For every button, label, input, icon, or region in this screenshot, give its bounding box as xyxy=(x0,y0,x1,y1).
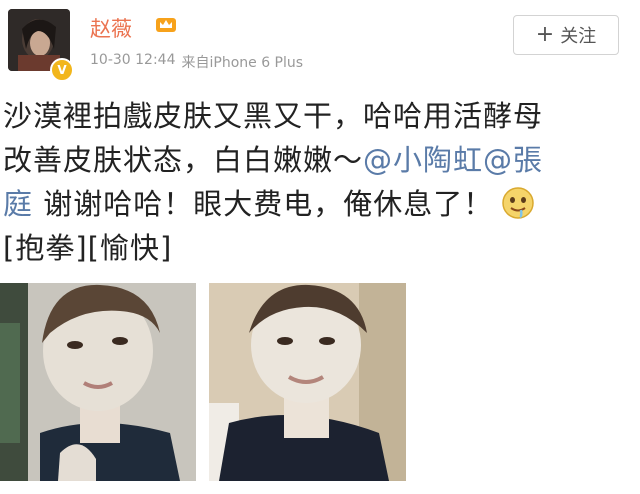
member-crown-icon[interactable] xyxy=(155,15,177,33)
post-text-line-3-plain: 谢谢哈哈！眼大费电，俺休息了！ xyxy=(33,187,494,221)
photo-2[interactable] xyxy=(209,283,406,481)
plus-icon: + xyxy=(535,22,555,47)
mention-link-1[interactable]: @小陶虹 xyxy=(363,143,483,177)
emoji-drool-face-icon xyxy=(502,187,534,219)
follow-button[interactable]: + 关注 xyxy=(513,15,619,55)
follow-button-label: 关注 xyxy=(560,26,597,47)
post-source: 来自iPhone 6 Plus xyxy=(181,55,304,71)
post-text: 沙漠裡拍戲皮肤又黑又干，哈哈用活酵母 改善皮肤状态，白白嫩嫩～@小陶虹@張 庭 … xyxy=(3,94,633,270)
photo-1[interactable] xyxy=(0,283,196,481)
mention-link-2-part2[interactable]: 庭 xyxy=(3,187,33,221)
post-text-line-3: 庭 谢谢哈哈！眼大费电，俺休息了！ xyxy=(3,182,633,226)
mention-link-2-part1[interactable]: @張 xyxy=(483,143,543,177)
post-text-line-2-plain: 改善皮肤状态，白白嫩嫩～ xyxy=(3,143,364,177)
post-text-line-1: 沙漠裡拍戲皮肤又黑又干，哈哈用活酵母 xyxy=(3,99,544,133)
face-mask-photo-1 xyxy=(0,283,196,481)
verified-v-icon: V xyxy=(50,58,74,82)
post-timestamp[interactable]: 10-30 12:44 xyxy=(90,52,175,72)
face-mask-photo-2 xyxy=(209,283,406,481)
post-meta: 10-30 12:44 来自iPhone 6 Plus xyxy=(90,52,303,72)
post-text-line-2: 改善皮肤状态，白白嫩嫩～@小陶虹@張 xyxy=(3,138,633,182)
author-name[interactable]: 赵薇 xyxy=(90,13,132,43)
post-text-emoticons: [抱拳][愉快] xyxy=(3,231,173,265)
